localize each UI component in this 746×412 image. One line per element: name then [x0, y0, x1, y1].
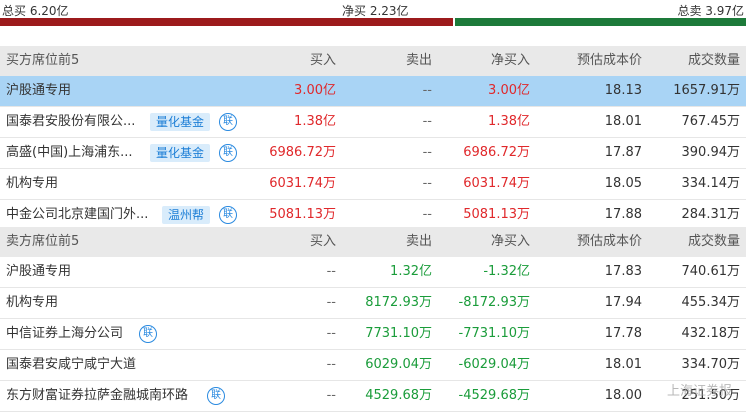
sell-seat-row[interactable]: 东方财富证券拉萨金融城南环路联 -- 4529.68万 -4529.68万 18.00 2… — [0, 381, 746, 412]
sell-amount: 1.32亿 — [390, 264, 432, 279]
sell-seat-row[interactable]: 沪股通专用 -- 1.32亿 -1.32亿 17.83 740.61万 — [0, 257, 746, 288]
buy-seat-row[interactable]: 高盛(中国)上海浦东... 量化基金联 6986.72万 -- 6986.72万 17.8… — [0, 138, 746, 169]
sell-amount: 6029.04万 — [365, 357, 432, 372]
seat-tag[interactable]: 量化基金 — [150, 144, 211, 162]
estimated-cost: 18.05 — [604, 176, 642, 191]
header-seat: 卖方席位前5 — [6, 234, 80, 249]
sell-table-header: 卖方席位前5 买入 卖出 净买入 预估成本价 成交数量 — [0, 227, 746, 257]
sell-amount: -- — [422, 83, 432, 98]
buy-seat-row[interactable]: 机构专用 6031.74万 -- 6031.74万 18.05 334.14万 — [0, 169, 746, 200]
seat-name[interactable]: 国泰君安咸宁咸宁大道 — [6, 350, 136, 380]
link-icon[interactable]: 联 — [219, 206, 237, 224]
buy-amount: 1.38亿 — [294, 114, 336, 129]
trade-volume: 1657.91万 — [673, 83, 740, 98]
buy-seats-table: 买方席位前5 买入 卖出 净买入 预估成本价 成交数量 沪股通专用 3.00亿 --… — [0, 46, 746, 231]
sell-amount: -- — [422, 114, 432, 129]
buy-amount: 3.00亿 — [294, 83, 336, 98]
total-buy-label: 总买 6.20亿 — [2, 4, 69, 18]
sell-amount: 4529.68万 — [365, 388, 432, 403]
sell-seat-row[interactable]: 国泰君安咸宁咸宁大道 -- 6029.04万 -6029.04万 18.01 334.70… — [0, 350, 746, 381]
seat-name[interactable]: 中金公司北京建国门外... — [6, 200, 148, 230]
buy-seat-row[interactable]: 国泰君安股份有限公... 量化基金联 1.38亿 -- 1.38亿 18.01 767.45… — [0, 107, 746, 138]
sell-seat-row[interactable]: 中信证券上海分公司联 -- 7731.10万 -7731.10万 17.78 432.18… — [0, 319, 746, 350]
net-amount: 6986.72万 — [463, 145, 530, 160]
net-amount: -7731.10万 — [458, 326, 530, 341]
net-buy-label: 净买 2.23亿 — [342, 4, 409, 18]
estimated-cost: 17.94 — [604, 295, 642, 310]
trade-volume: 284.31万 — [681, 207, 741, 222]
header-net: 净买入 — [490, 53, 530, 68]
header-net: 净买入 — [490, 234, 530, 249]
estimated-cost: 17.88 — [604, 207, 642, 222]
header-volume: 成交数量 — [687, 234, 740, 249]
seat-name[interactable]: 中信证券上海分公司 — [6, 319, 123, 349]
trade-volume: 455.34万 — [681, 295, 741, 310]
trade-volume: 390.94万 — [681, 145, 741, 160]
seat-name[interactable]: 国泰君安股份有限公... — [6, 107, 135, 137]
sell-seats-table: 卖方席位前5 买入 卖出 净买入 预估成本价 成交数量 沪股通专用 -- 1.32亿… — [0, 227, 746, 412]
link-icon[interactable]: 联 — [219, 113, 237, 131]
net-amount: -4529.68万 — [458, 388, 530, 403]
buy-amount: -- — [326, 326, 336, 341]
estimated-cost: 18.00 — [604, 388, 642, 403]
sell-seat-row[interactable]: 机构专用 -- 8172.93万 -8172.93万 17.94 455.34万 — [0, 288, 746, 319]
seat-name[interactable]: 沪股通专用 — [6, 257, 71, 287]
seat-name[interactable]: 东方财富证券拉萨金融城南环路 — [6, 381, 188, 411]
buy-amount: 5081.13万 — [269, 207, 336, 222]
header-buy: 买入 — [309, 234, 336, 249]
watermark: 上海证券报 — [666, 384, 732, 399]
seat-name[interactable]: 机构专用 — [6, 288, 58, 318]
header-seat: 买方席位前5 — [6, 53, 80, 68]
trade-volume: 740.61万 — [681, 264, 741, 279]
sell-amount: 8172.93万 — [365, 295, 432, 310]
estimated-cost: 18.01 — [604, 357, 642, 372]
trade-volume: 334.70万 — [681, 357, 741, 372]
buy-amount: 6031.74万 — [269, 176, 336, 191]
sell-amount: 7731.10万 — [365, 326, 432, 341]
buy-seat-row[interactable]: 沪股通专用 3.00亿 -- 3.00亿 18.13 1657.91万 — [0, 76, 746, 107]
sell-amount: -- — [422, 207, 432, 222]
buy-amount: -- — [326, 264, 336, 279]
seat-tag[interactable]: 温州帮 — [162, 206, 211, 224]
buy-amount: -- — [326, 388, 336, 403]
trade-volume: 334.14万 — [681, 176, 741, 191]
estimated-cost: 18.01 — [604, 114, 642, 129]
buy-ratio-bar — [0, 18, 453, 26]
net-amount: 3.00亿 — [488, 83, 530, 98]
summary-bar: 总买 6.20亿 净买 2.23亿 总卖 3.97亿 — [0, 0, 746, 28]
link-icon[interactable]: 联 — [219, 144, 237, 162]
header-volume: 成交数量 — [687, 53, 740, 68]
seat-name[interactable]: 高盛(中国)上海浦东... — [6, 138, 133, 168]
buy-amount: -- — [326, 357, 336, 372]
buy-amount: 6986.72万 — [269, 145, 336, 160]
header-buy: 买入 — [309, 53, 336, 68]
net-amount: -8172.93万 — [458, 295, 530, 310]
header-cost: 预估成本价 — [576, 234, 642, 249]
sell-amount: -- — [422, 145, 432, 160]
seat-name[interactable]: 机构专用 — [6, 169, 58, 199]
net-amount: -1.32亿 — [483, 264, 530, 279]
net-amount: 6031.74万 — [463, 176, 530, 191]
net-amount: 5081.13万 — [463, 207, 530, 222]
estimated-cost: 18.13 — [604, 83, 642, 98]
buy-table-header: 买方席位前5 买入 卖出 净买入 预估成本价 成交数量 — [0, 46, 746, 76]
trade-volume: 767.45万 — [681, 114, 741, 129]
header-sell: 卖出 — [405, 234, 432, 249]
trade-volume: 432.18万 — [681, 326, 741, 341]
sell-ratio-bar — [455, 18, 746, 26]
sell-amount: -- — [422, 176, 432, 191]
seat-name[interactable]: 沪股通专用 — [6, 76, 71, 106]
header-sell: 卖出 — [405, 53, 432, 68]
net-amount: -6029.04万 — [458, 357, 530, 372]
estimated-cost: 17.78 — [604, 326, 642, 341]
seat-tag[interactable]: 量化基金 — [150, 113, 211, 131]
buy-amount: -- — [326, 295, 336, 310]
header-cost: 预估成本价 — [576, 53, 642, 68]
estimated-cost: 17.83 — [604, 264, 642, 279]
estimated-cost: 17.87 — [604, 145, 642, 160]
link-icon[interactable]: 联 — [207, 387, 225, 405]
total-sell-label: 总卖 3.97亿 — [677, 4, 744, 18]
net-amount: 1.38亿 — [488, 114, 530, 129]
link-icon[interactable]: 联 — [139, 325, 157, 343]
